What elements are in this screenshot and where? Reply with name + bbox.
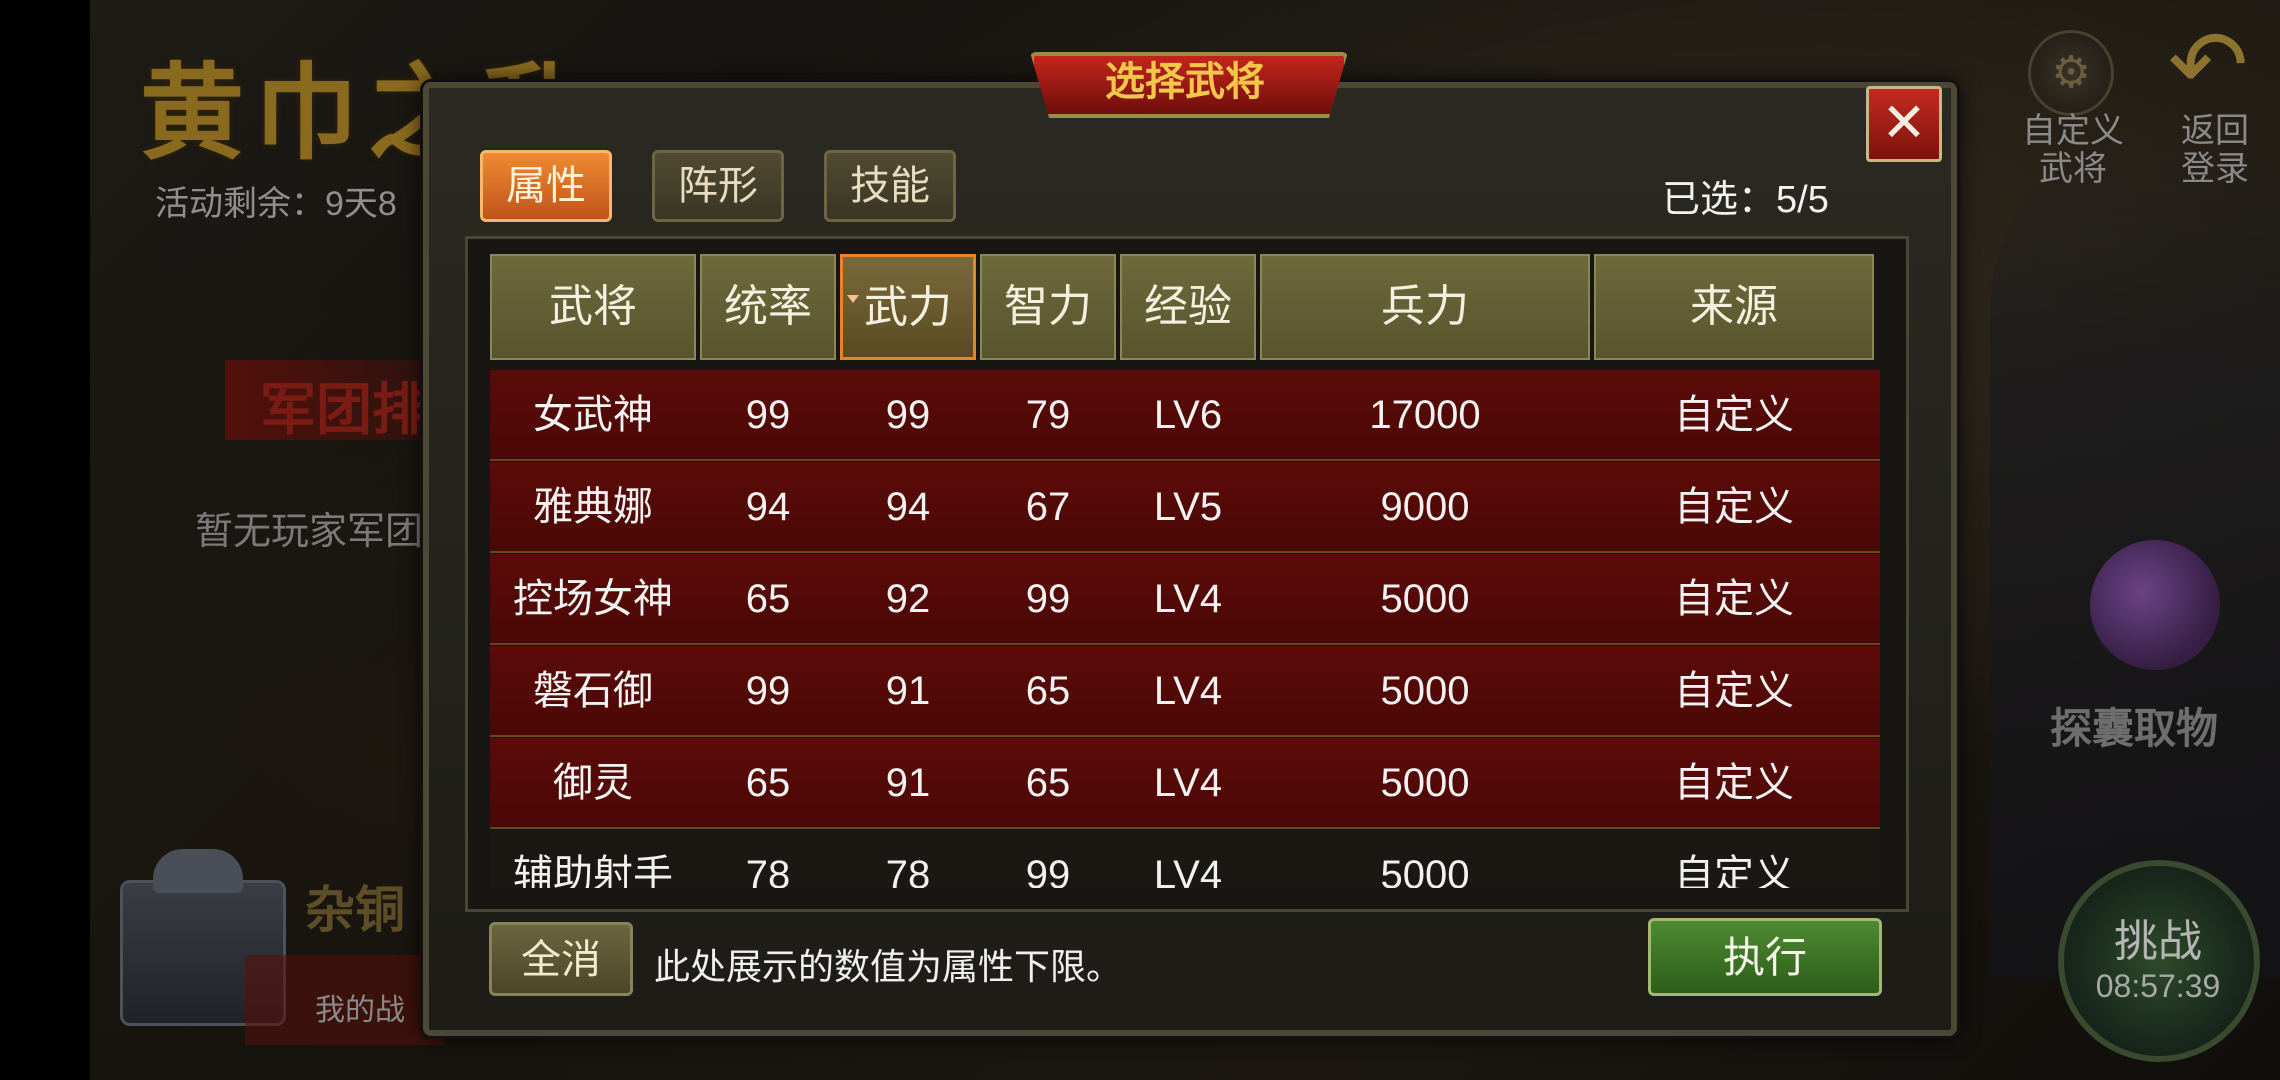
force-value: 92 bbox=[885, 577, 931, 621]
general-name: 磐石御 bbox=[533, 669, 653, 713]
table-row[interactable]: 磐石御 99 91 65 LV4 5000 自定义 bbox=[490, 646, 1880, 737]
back-arrow-icon[interactable]: ↶ bbox=[2168, 18, 2248, 114]
column-header-troops[interactable]: 兵力 bbox=[1260, 254, 1590, 360]
command-value: 99 bbox=[745, 393, 791, 437]
my-battle-text: 我的战 bbox=[315, 994, 405, 1027]
source-value: 自定义 bbox=[1674, 577, 1794, 621]
intellect-value: 99 bbox=[1025, 577, 1071, 621]
force-value: 94 bbox=[885, 485, 931, 529]
sort-indicator-icon bbox=[847, 295, 859, 303]
column-header-force-label: 武力 bbox=[864, 283, 952, 332]
intellect-value: 99 bbox=[1025, 853, 1071, 888]
intellect-value: 65 bbox=[1025, 669, 1071, 713]
force-value: 91 bbox=[885, 761, 931, 805]
column-header-general[interactable]: 武将 bbox=[490, 254, 696, 360]
table-row[interactable]: 控场女神 65 92 99 LV4 5000 自定义 bbox=[490, 554, 1880, 645]
column-header-command[interactable]: 统率 bbox=[700, 254, 836, 360]
troops-value: 5000 bbox=[1380, 577, 1470, 621]
troops-value: 9000 bbox=[1380, 485, 1470, 529]
command-value: 94 bbox=[745, 485, 791, 529]
troops-value: 5000 bbox=[1380, 761, 1470, 805]
force-value: 91 bbox=[885, 669, 931, 713]
source-value: 自定义 bbox=[1674, 761, 1794, 805]
column-header-experience[interactable]: 经验 bbox=[1120, 254, 1256, 360]
force-value: 78 bbox=[885, 853, 931, 888]
column-header-force[interactable]: 武力 bbox=[840, 254, 976, 360]
level-value: LV4 bbox=[1153, 669, 1223, 713]
level-value: LV4 bbox=[1153, 853, 1223, 888]
cancel-all-button[interactable]: 全消 bbox=[489, 922, 633, 996]
challenge-timer: 08:57:39 bbox=[2095, 968, 2221, 1004]
intellect-value: 65 bbox=[1025, 761, 1071, 805]
tab-skills[interactable]: 技能 bbox=[824, 150, 956, 222]
general-name: 雅典娜 bbox=[533, 485, 653, 529]
close-button[interactable]: ✕ bbox=[1866, 86, 1942, 162]
execute-button[interactable]: 执行 bbox=[1648, 918, 1882, 996]
force-value: 99 bbox=[885, 393, 931, 437]
general-table[interactable]: 武将 统率 武力 智力 经验 兵力 来源 女武神 99 99 79 LV6 17… bbox=[490, 254, 1880, 888]
bag-icon[interactable] bbox=[2090, 540, 2220, 670]
challenge-label[interactable]: 挑战 bbox=[2058, 905, 2258, 969]
column-header-intellect[interactable]: 智力 bbox=[980, 254, 1116, 360]
back-login-label[interactable]: 返回登录 bbox=[2175, 112, 2255, 188]
level-value: LV4 bbox=[1153, 761, 1223, 805]
tab-attributes[interactable]: 属性 bbox=[480, 150, 612, 222]
table-row[interactable]: 御灵 65 91 65 LV4 5000 自定义 bbox=[490, 738, 1880, 829]
table-row[interactable]: 雅典娜 94 94 67 LV5 9000 自定义 bbox=[490, 462, 1880, 553]
column-header-source[interactable]: 来源 bbox=[1594, 254, 1874, 360]
troops-value: 17000 bbox=[1369, 393, 1481, 437]
command-value: 65 bbox=[745, 577, 791, 621]
table-row[interactable]: 女武神 99 99 79 LV6 17000 自定义 bbox=[490, 370, 1880, 461]
dialog-title: 选择武将 bbox=[1105, 60, 1265, 104]
command-value: 99 bbox=[745, 669, 791, 713]
source-value: 自定义 bbox=[1674, 393, 1794, 437]
misc-title: 杂铜 bbox=[305, 880, 405, 939]
bag-label[interactable]: 探囊取物 bbox=[2050, 695, 2218, 756]
level-value: LV4 bbox=[1153, 577, 1223, 621]
custom-general-label[interactable]: 自定义武将 bbox=[2018, 112, 2128, 188]
troops-value: 5000 bbox=[1380, 669, 1470, 713]
selected-count: 已选：5/5 bbox=[1662, 179, 1829, 221]
no-legion-text: 暂无玩家军团 bbox=[195, 511, 424, 553]
level-value: LV6 bbox=[1153, 393, 1223, 437]
troops-value: 5000 bbox=[1380, 853, 1470, 888]
legion-rank-title: 军团排 bbox=[260, 377, 428, 443]
intellect-value: 67 bbox=[1025, 485, 1071, 529]
hint-text: 此处展示的数值为属性下限。 bbox=[654, 946, 1123, 987]
event-remaining-time: 活动剩余：9天8 bbox=[155, 185, 397, 223]
table-row[interactable]: 辅助射手 78 78 99 LV4 5000 自定义 bbox=[490, 830, 1880, 888]
general-name: 辅助射手 bbox=[513, 853, 673, 888]
source-value: 自定义 bbox=[1674, 853, 1794, 888]
source-value: 自定义 bbox=[1674, 485, 1794, 529]
intellect-value: 79 bbox=[1025, 393, 1071, 437]
level-value: LV5 bbox=[1153, 485, 1223, 529]
command-value: 65 bbox=[745, 761, 791, 805]
custom-general-icon[interactable]: ⚙ bbox=[2028, 30, 2114, 116]
source-value: 自定义 bbox=[1674, 669, 1794, 713]
command-value: 78 bbox=[745, 853, 791, 888]
table-header: 武将 统率 武力 智力 经验 兵力 来源 bbox=[490, 254, 1880, 362]
general-name: 控场女神 bbox=[513, 577, 673, 621]
tab-formation[interactable]: 阵形 bbox=[652, 150, 784, 222]
general-name: 御灵 bbox=[553, 761, 633, 805]
general-name: 女武神 bbox=[533, 393, 653, 437]
